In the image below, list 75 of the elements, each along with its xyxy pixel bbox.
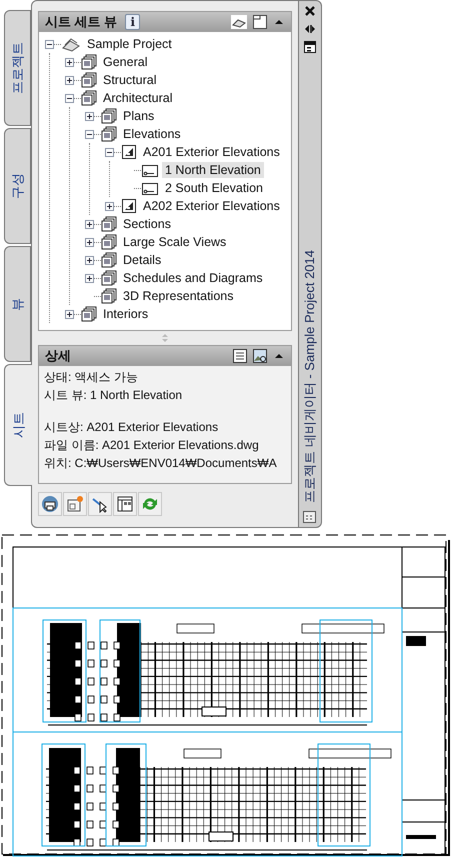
tree-item[interactable]: Architectural xyxy=(100,90,176,106)
select-button[interactable] xyxy=(88,492,112,516)
view-icon xyxy=(141,162,159,178)
collapse-icon[interactable] xyxy=(273,17,285,27)
close-icon[interactable] xyxy=(304,5,316,17)
tree-item[interactable]: A202 Exterior Elevations xyxy=(140,198,283,214)
layout-button[interactable] xyxy=(113,492,137,516)
tree-item[interactable]: 1 North Elevation xyxy=(162,162,264,178)
tree-item[interactable]: Large Scale Views xyxy=(120,234,230,250)
tree-item[interactable]: Plans xyxy=(120,108,158,124)
detail-line: 상태: 액세스 가능 xyxy=(44,369,140,386)
tree-item[interactable]: Schedules and Diagrams xyxy=(120,270,266,286)
list-icon[interactable] xyxy=(233,349,247,363)
expand-button[interactable] xyxy=(85,274,94,282)
side-tab[interactable]: 구성 xyxy=(4,128,31,244)
detail-line: 파일 이름: A201 Exterior Elevations.dwg xyxy=(44,437,260,454)
expand-button[interactable] xyxy=(65,310,74,318)
side-tab[interactable]: 시트 xyxy=(4,364,32,486)
expand-button[interactable] xyxy=(85,238,94,246)
collapse-button[interactable] xyxy=(65,94,74,102)
new-sheet-button[interactable] xyxy=(63,492,87,516)
tree-item[interactable]: 2 South Elevation xyxy=(162,180,266,196)
tree-item[interactable]: Elevations xyxy=(120,126,184,142)
sheets-icon xyxy=(81,54,97,70)
sheets-icon xyxy=(101,288,117,304)
info-icon[interactable]: i xyxy=(125,14,140,30)
auto-hide-icon[interactable] xyxy=(304,23,316,35)
sheets-icon xyxy=(81,72,97,88)
detail-line: 시트 뷰: 1 North Elevation xyxy=(44,387,184,404)
sheets-icon xyxy=(101,252,117,268)
sheet-icon xyxy=(121,198,137,214)
tree-item[interactable]: 3D Representations xyxy=(120,288,236,304)
palette-title: 프로젝트 네비게이터 - Sample Project 2014 xyxy=(301,250,318,503)
stack-icon xyxy=(61,36,81,52)
expand-button[interactable] xyxy=(85,256,94,264)
tree-item[interactable]: Sections xyxy=(120,216,174,232)
sheets-icon xyxy=(101,270,117,286)
side-tab[interactable]: 뷰 xyxy=(4,246,31,362)
sheets-icon xyxy=(101,216,117,232)
expand-button[interactable] xyxy=(85,220,94,228)
tree-item[interactable]: Structural xyxy=(100,72,160,88)
sheet-icon xyxy=(121,144,137,160)
expand-button[interactable] xyxy=(65,58,74,66)
sheet-icon[interactable] xyxy=(253,15,267,29)
new-sheet-icon xyxy=(66,495,84,513)
sheets-icon xyxy=(81,306,97,322)
side-tab[interactable]: 프로젝트 xyxy=(4,10,31,126)
properties-icon[interactable] xyxy=(304,41,316,53)
sheets-icon xyxy=(81,90,97,106)
view-icon xyxy=(141,180,159,196)
collapse-button[interactable] xyxy=(105,148,114,156)
preview-icon[interactable] xyxy=(253,349,267,363)
layout-icon xyxy=(116,495,134,513)
expand-button[interactable] xyxy=(105,202,114,210)
tree-item[interactable]: Details xyxy=(120,252,164,268)
expand-button[interactable] xyxy=(85,112,94,120)
tree-item[interactable]: A201 Exterior Elevations xyxy=(140,144,283,160)
collapse-button[interactable] xyxy=(85,130,94,138)
panel-title: 상세 xyxy=(45,347,72,365)
collapse-button[interactable] xyxy=(45,40,54,48)
tree-item[interactable]: Interiors xyxy=(100,306,152,322)
detail-line: 시트상: A201 Exterior Elevations xyxy=(44,419,220,436)
detail-line: 위치: C:₩Users₩ENV014₩Documents₩A xyxy=(44,455,278,472)
sheets-icon xyxy=(101,126,117,142)
printer-icon xyxy=(41,495,59,513)
stack-icon[interactable] xyxy=(231,15,247,29)
sheets-icon xyxy=(101,234,117,250)
collapse-icon[interactable] xyxy=(273,351,285,361)
panel-title: 시트 세트 뷰 xyxy=(45,13,118,31)
tree-item[interactable]: General xyxy=(100,54,150,70)
expand-button[interactable] xyxy=(65,76,74,84)
splitter-grip-icon[interactable] xyxy=(161,333,169,343)
print-button[interactable] xyxy=(38,492,62,516)
tree-item[interactable]: Sample Project xyxy=(84,36,175,52)
sheets-icon xyxy=(101,108,117,124)
